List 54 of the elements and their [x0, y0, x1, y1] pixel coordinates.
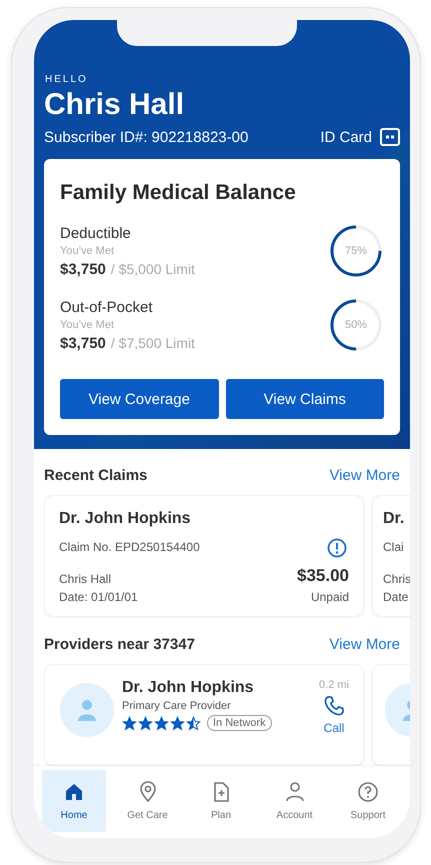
- claim-date: Date: 01/01/01: [59, 590, 138, 604]
- star-icon: [154, 716, 169, 730]
- provider-name: Dr. John Hopkins: [59, 510, 192, 528]
- alert-icon: [327, 538, 347, 558]
- claim-amount: $35.00: [297, 566, 349, 586]
- section-title: Providers near 37347: [44, 636, 195, 653]
- balance-label: Out-of-Pocket: [60, 298, 154, 316]
- person-icon: [284, 781, 306, 803]
- provider-name: Dr.: [383, 510, 406, 528]
- provider-specialty: Primary Care Provider: [122, 700, 232, 712]
- id-card-icon: [380, 128, 400, 146]
- help-icon: [357, 781, 379, 803]
- view-more-link[interactable]: View More: [329, 467, 400, 484]
- nav-tab[interactable]: Plan: [189, 770, 253, 832]
- star-icon: [122, 716, 137, 730]
- distance-label: 0.2 mi: [319, 679, 349, 691]
- balance-label: Deductible: [60, 224, 132, 242]
- amount-met: $3,750: [60, 260, 106, 278]
- claim-card[interactable]: Dr. John Hopkins Claim No. EPD250154400 Chris Hall Date: 01/01/01 $35.00 Unpaid: [45, 496, 363, 616]
- card-title: Family Medical Balance: [60, 181, 297, 205]
- id-card-link[interactable]: ID Card: [320, 128, 400, 146]
- star-icon: [186, 716, 201, 730]
- claim-number: Clai: [383, 540, 405, 554]
- star-icon: [138, 716, 153, 730]
- balance-sublabel: You’ve Met: [60, 318, 116, 330]
- amount-limit: / $5,000 Limit: [110, 260, 195, 276]
- percent-label: 75%: [344, 245, 368, 257]
- balance-sublabel: You’ve Met: [60, 244, 116, 256]
- person-icon: [77, 699, 97, 721]
- claim-number: Claim No. EPD250154400: [59, 540, 200, 554]
- nav-tab[interactable]: Home: [42, 770, 106, 832]
- claim-status: Unpaid: [310, 590, 349, 604]
- claim-date: Date: [383, 590, 410, 604]
- nav-tab[interactable]: Support: [336, 770, 400, 832]
- greeting-label: HELLO: [45, 74, 89, 85]
- action-button[interactable]: View Coverage: [60, 379, 218, 419]
- phone-icon: [323, 695, 346, 717]
- nav-tab[interactable]: Get Care: [116, 770, 180, 832]
- call-button[interactable]: Call: [324, 721, 344, 735]
- section-title: Recent Claims: [44, 467, 148, 484]
- amount-met: $3,750: [60, 334, 106, 352]
- view-more-link[interactable]: View More: [329, 636, 400, 653]
- percent-label: 50%: [344, 319, 368, 331]
- member-name: Chris Hall: [44, 88, 186, 122]
- action-button[interactable]: View Claims: [226, 379, 384, 419]
- member-name: Chris Hall: [59, 572, 112, 586]
- provider-card[interactable]: Dr. John Hopkins Primary Care Provider In Network 0.2 mi Call: [45, 665, 363, 765]
- star-icon: [170, 716, 185, 730]
- nav-tab[interactable]: Account: [262, 770, 326, 832]
- home-icon: [63, 781, 85, 803]
- subscriber-id: Subscriber ID#: 902218823-00: [44, 128, 248, 146]
- network-badge: In Network: [207, 715, 272, 731]
- provider-name: Dr. John Hopkins: [122, 679, 255, 697]
- amount-limit: / $7,500 Limit: [110, 334, 195, 350]
